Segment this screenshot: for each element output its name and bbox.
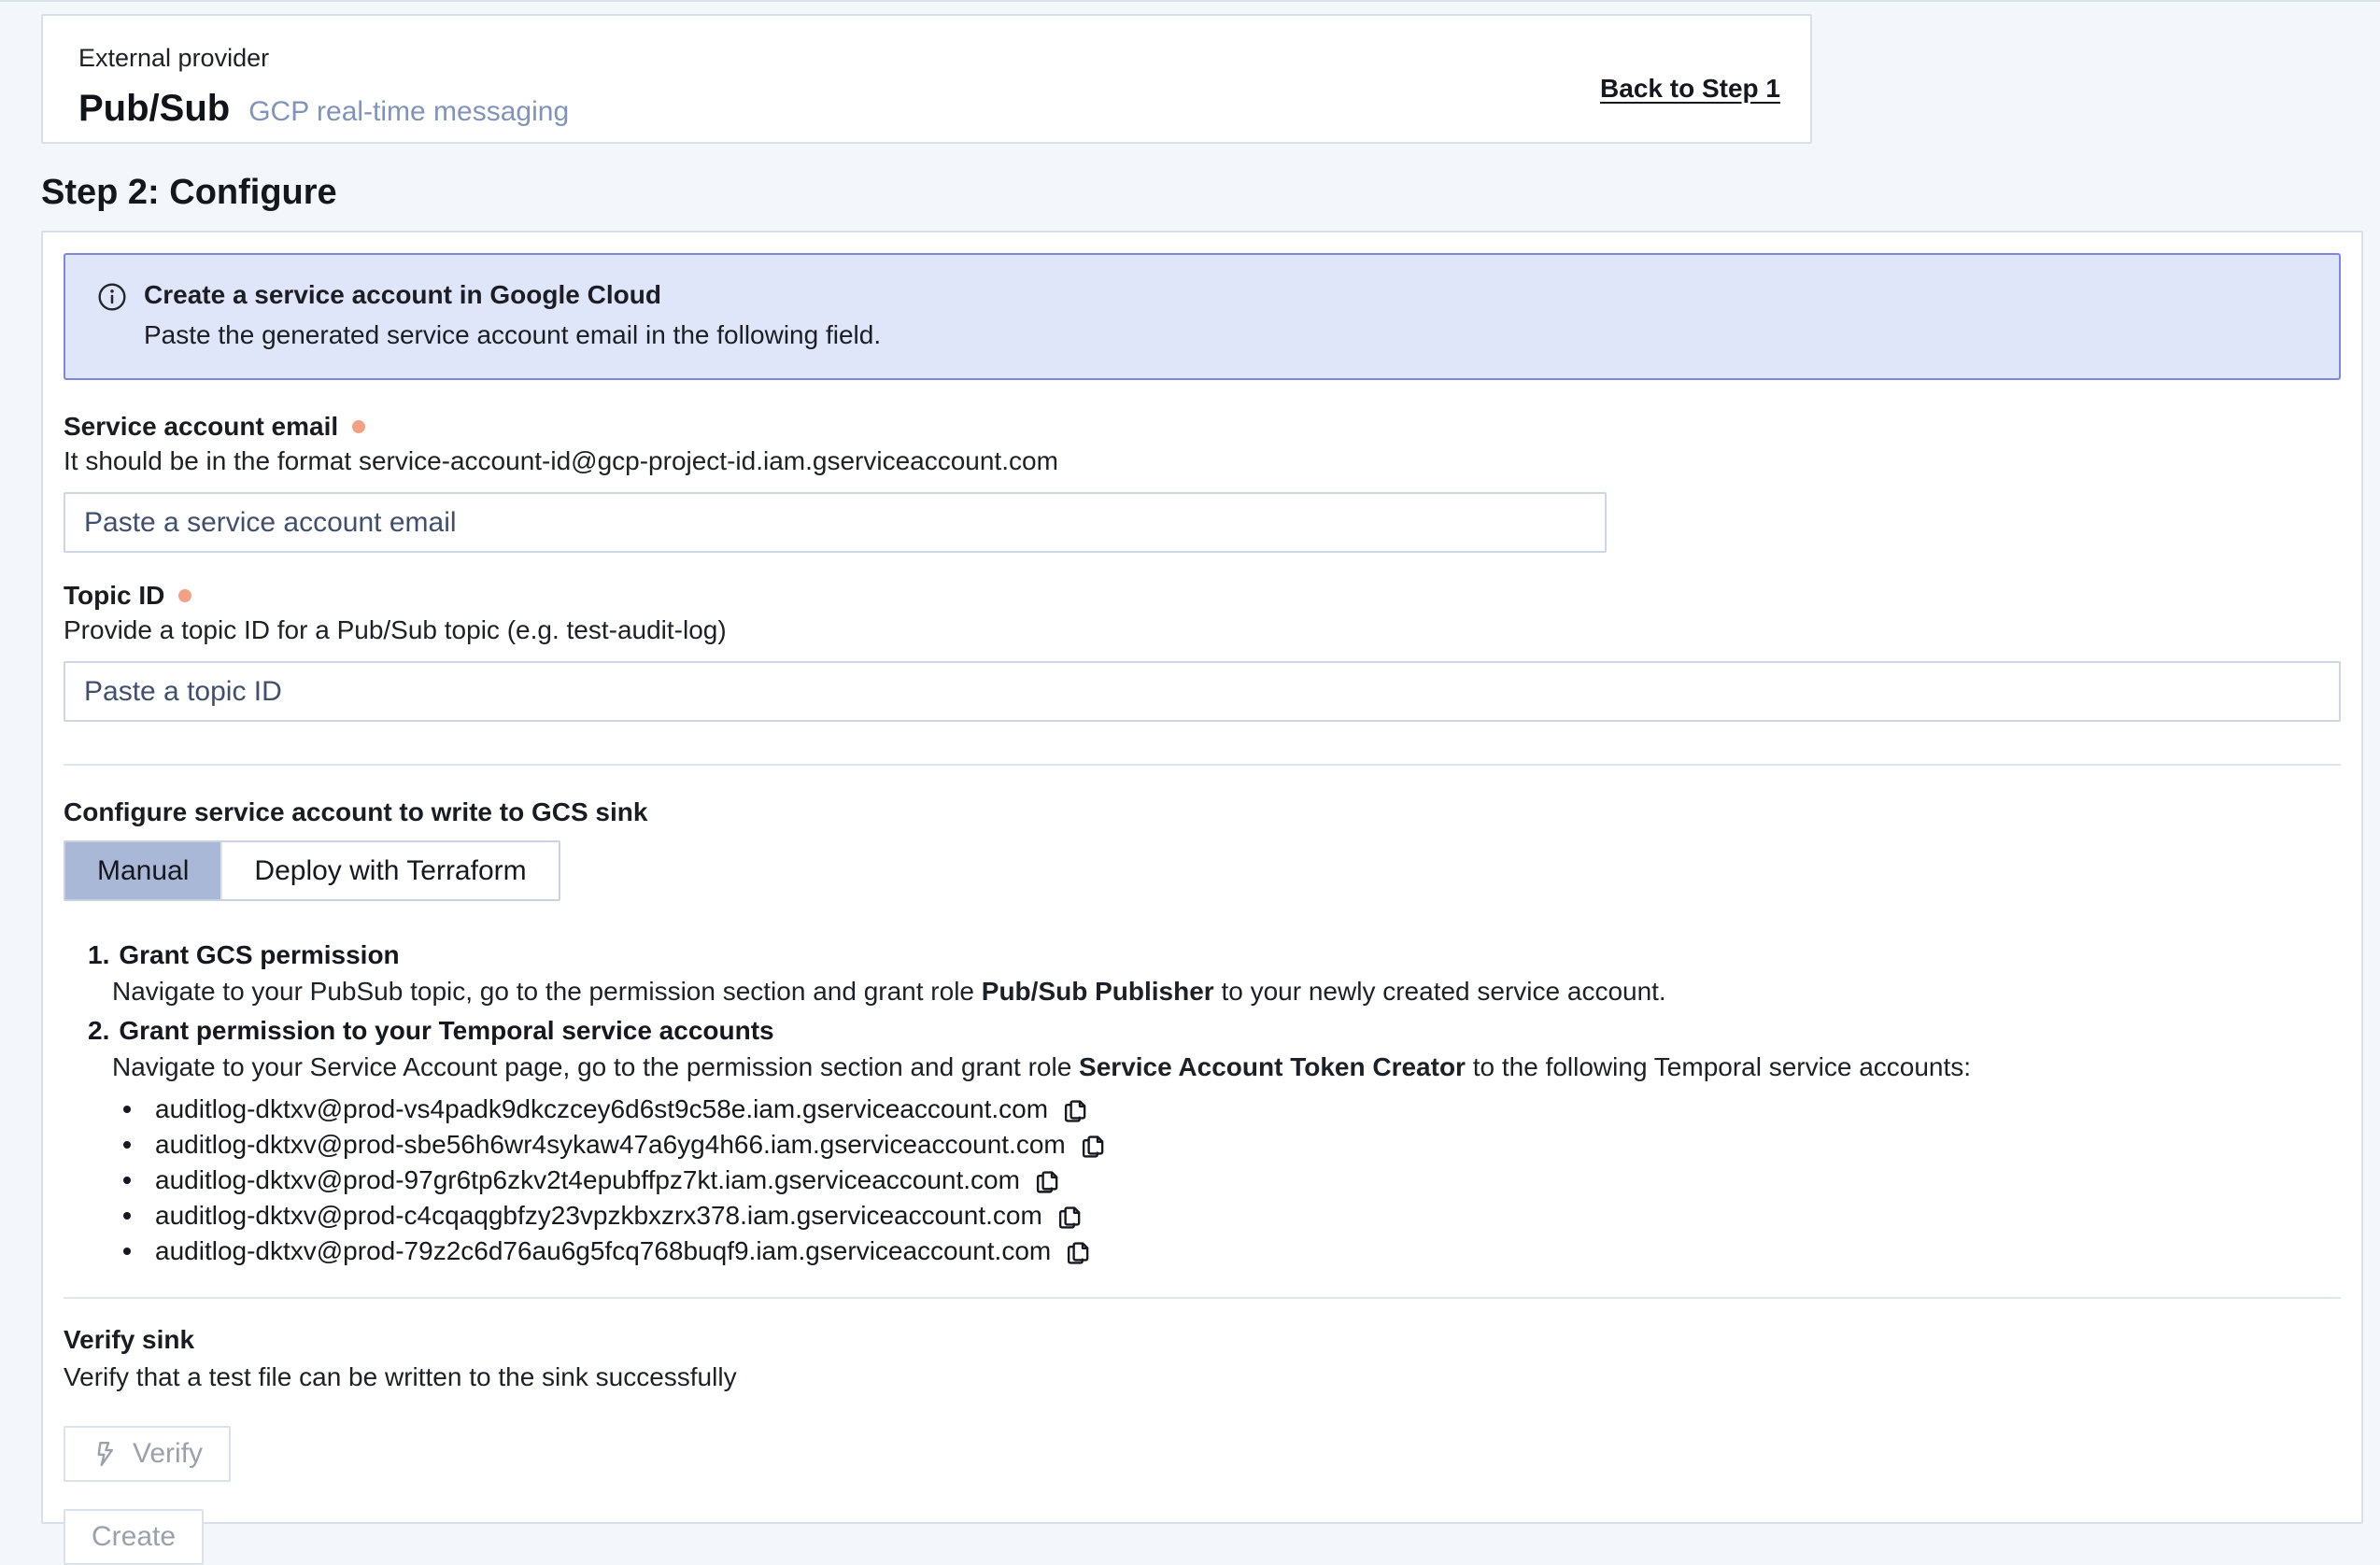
- tab-deploy-with-terraform[interactable]: Deploy with Terraform: [220, 842, 558, 899]
- bullet-dot: [123, 1177, 131, 1184]
- lightning-bolt-icon: [92, 1440, 120, 1468]
- info-banner: Create a service account in Google Cloud…: [64, 253, 2341, 380]
- create-button[interactable]: Create: [64, 1509, 204, 1565]
- create-button-label: Create: [92, 1521, 176, 1553]
- copy-icon[interactable]: [1055, 1204, 1084, 1232]
- topic-id-helper: Provide a topic ID for a Pub/Sub topic (…: [64, 615, 2341, 645]
- service-account-row: auditlog-dktxv@prod-c4cqaqgbfzy23vpzkbxz…: [112, 1198, 2341, 1234]
- topic-id-input[interactable]: [64, 661, 2341, 722]
- bullet-dot: [123, 1141, 131, 1149]
- provider-name: Pub/Sub: [78, 88, 230, 130]
- provider-header-card: External provider Pub/Sub GCP real-time …: [41, 14, 1812, 144]
- tab-manual[interactable]: Manual: [65, 842, 220, 899]
- service-account-row: auditlog-dktxv@prod-vs4padk9dkczcey6d6st…: [112, 1092, 2341, 1127]
- copy-icon[interactable]: [1061, 1097, 1089, 1125]
- info-banner-description: Paste the generated service account emai…: [144, 320, 881, 350]
- section-divider: [64, 764, 2341, 766]
- manual-instructions: 1. Grant GCS permission Navigate to your…: [64, 940, 2341, 1269]
- service-account-email-label: Service account email: [64, 412, 338, 442]
- verify-sink-title: Verify sink: [64, 1325, 2341, 1355]
- instruction-step-2: 2. Grant permission to your Temporal ser…: [88, 1016, 2341, 1082]
- bullet-dot: [123, 1212, 131, 1220]
- temporal-service-account-list: auditlog-dktxv@prod-vs4padk9dkczcey6d6st…: [88, 1092, 2341, 1269]
- sink-section-heading: Configure service account to write to GC…: [64, 797, 2341, 827]
- service-account-email-text: auditlog-dktxv@prod-c4cqaqgbfzy23vpzkbxz…: [155, 1201, 1042, 1231]
- step-description: Navigate to your PubSub topic, go to the…: [88, 977, 2341, 1007]
- required-indicator-dot: [352, 420, 365, 433]
- configure-card: Create a service account in Google Cloud…: [41, 231, 2363, 1524]
- copy-icon[interactable]: [1079, 1133, 1107, 1161]
- service-account-email-text: auditlog-dktxv@prod-97gr6tp6zkv2t4epubff…: [155, 1165, 1020, 1195]
- page-title: Step 2: Configure: [41, 173, 337, 213]
- service-account-email-text: auditlog-dktxv@prod-sbe56h6wr4sykaw47a6y…: [155, 1130, 1066, 1160]
- service-account-email-input[interactable]: [64, 492, 1607, 553]
- service-account-row: auditlog-dktxv@prod-79z2c6d76au6g5fcq768…: [112, 1234, 2341, 1269]
- step-number: 1.: [88, 940, 109, 970]
- service-account-email-text: auditlog-dktxv@prod-79z2c6d76au6g5fcq768…: [155, 1236, 1051, 1266]
- info-icon: [97, 282, 127, 312]
- step-title: Grant permission to your Temporal servic…: [119, 1016, 773, 1046]
- instruction-step-1: 1. Grant GCS permission Navigate to your…: [88, 940, 2341, 1007]
- verify-button-label: Verify: [133, 1438, 203, 1470]
- service-account-row: auditlog-dktxv@prod-97gr6tp6zkv2t4epubff…: [112, 1163, 2341, 1198]
- external-provider-eyebrow: External provider: [78, 44, 1775, 73]
- bullet-dot: [123, 1248, 131, 1255]
- back-to-step-1-link[interactable]: Back to Step 1: [1600, 74, 1780, 104]
- role-name: Service Account Token Creator: [1079, 1052, 1466, 1081]
- step-title: Grant GCS permission: [119, 940, 399, 970]
- step-number: 2.: [88, 1016, 109, 1046]
- verify-button[interactable]: Verify: [64, 1426, 231, 1482]
- section-divider: [64, 1297, 2341, 1299]
- bullet-dot: [123, 1106, 131, 1113]
- topic-id-label: Topic ID: [64, 581, 164, 611]
- copy-icon[interactable]: [1033, 1168, 1061, 1196]
- verify-sink-description: Verify that a test file can be written t…: [64, 1362, 2341, 1392]
- step-description: Navigate to your Service Account page, g…: [88, 1052, 2341, 1082]
- service-account-email-helper: It should be in the format service-accou…: [64, 446, 2341, 476]
- info-banner-title: Create a service account in Google Cloud: [144, 280, 881, 310]
- service-account-email-text: auditlog-dktxv@prod-vs4padk9dkczcey6d6st…: [155, 1094, 1048, 1124]
- provider-tagline: GCP real-time messaging: [248, 96, 569, 128]
- sink-config-tabs: Manual Deploy with Terraform: [64, 840, 560, 901]
- copy-icon[interactable]: [1064, 1239, 1092, 1267]
- required-indicator-dot: [178, 589, 191, 602]
- role-name: Pub/Sub Publisher: [982, 977, 1214, 1006]
- service-account-row: auditlog-dktxv@prod-sbe56h6wr4sykaw47a6y…: [112, 1127, 2341, 1163]
